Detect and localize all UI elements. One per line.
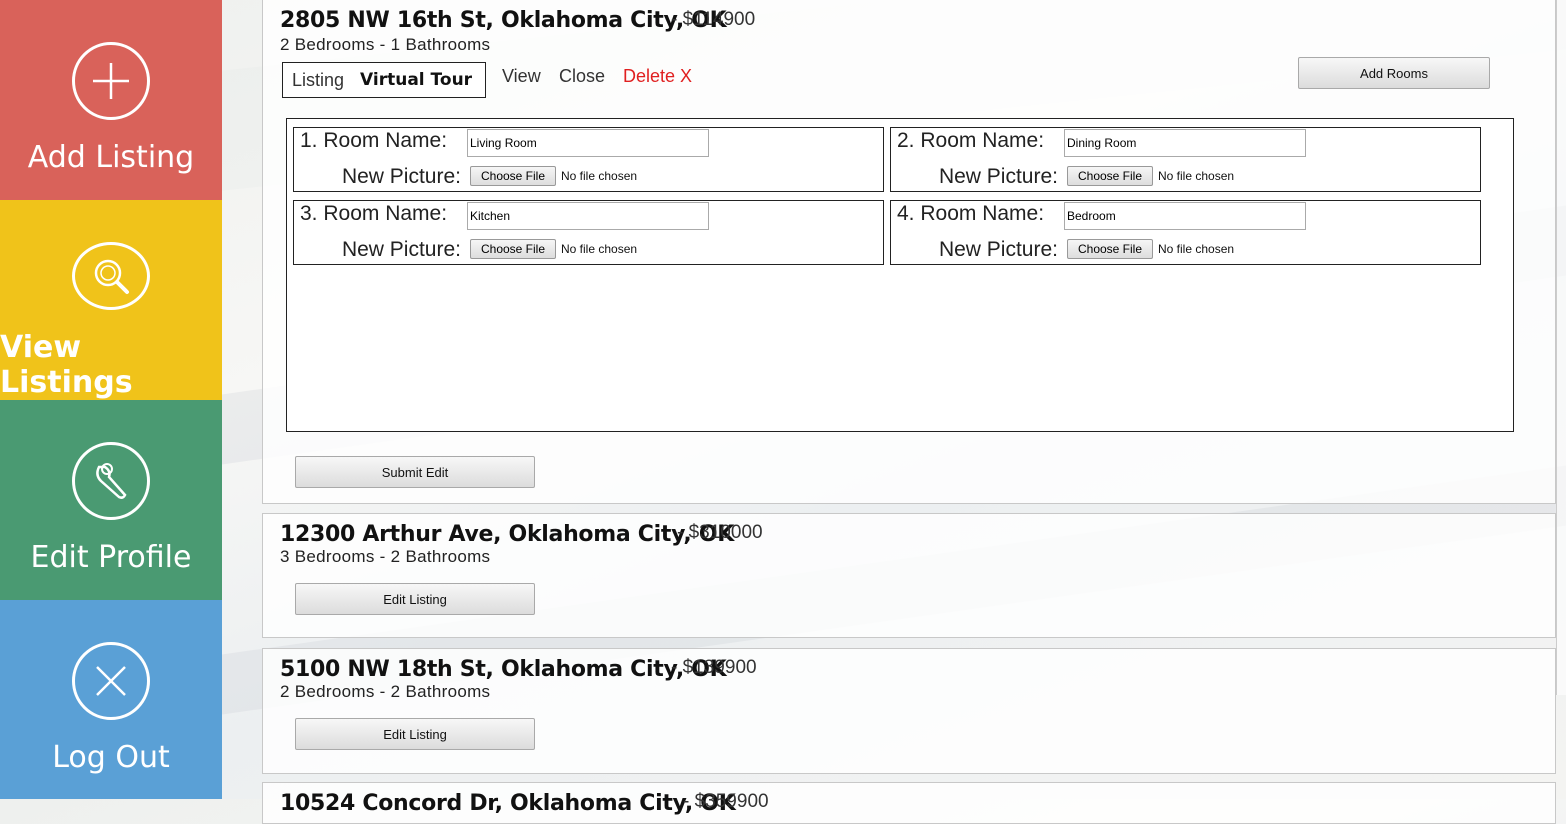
listing-price: - $310000 [677, 522, 763, 543]
listing-price: - $359900 [683, 791, 769, 812]
view-link[interactable]: View [502, 66, 541, 87]
sidebar-item-view-listings[interactable]: View Listings [0, 200, 222, 400]
submit-edit-button[interactable]: Submit Edit [295, 456, 535, 488]
sidebar-item-label: View Listings [0, 330, 133, 400]
choose-file-button[interactable]: Choose File [1067, 166, 1153, 186]
wrench-icon [72, 442, 150, 520]
listing-rooms-summary: 2 Bedrooms - 2 Bathrooms [280, 682, 491, 701]
room-entry: 2. Room Name: New Picture: Choose File N… [890, 127, 1481, 192]
file-status: No file chosen [1158, 169, 1235, 183]
sidebar: Add Listing View Listings Edit Profile L… [0, 0, 222, 799]
plus-icon [72, 42, 150, 120]
room-name-input[interactable] [1064, 202, 1306, 230]
file-status: No file chosen [561, 169, 638, 183]
new-picture-label: New Picture: [341, 238, 461, 261]
sidebar-item-log-out[interactable]: Log Out [0, 600, 222, 799]
new-picture-label: New Picture: [938, 165, 1058, 188]
tab-virtual-tour[interactable]: Virtual Tour [360, 70, 472, 90]
choose-file-button[interactable]: Choose File [1067, 239, 1153, 259]
sidebar-item-label: Edit Profile [30, 540, 192, 575]
close-link[interactable]: Close [559, 66, 605, 87]
listing-card: 12300 Arthur Ave, Oklahoma City, OK - $3… [262, 513, 1556, 638]
room-entry: 3. Room Name: New Picture: Choose File N… [293, 200, 884, 265]
file-status: No file chosen [561, 242, 638, 256]
room-name-input[interactable] [1064, 129, 1306, 157]
tab-listing[interactable]: Listing [292, 70, 344, 91]
new-picture-label: New Picture: [341, 165, 461, 188]
listing-card: 2805 NW 16th St, Oklahoma City, OK - $11… [262, 0, 1556, 504]
listing-address: 2805 NW 16th St, Oklahoma City, OK [280, 8, 727, 33]
room-name-label: 2. Room Name: [897, 129, 1045, 152]
rooms-panel: 1. Room Name: New Picture: Choose File N… [286, 118, 1514, 432]
file-status: No file chosen [1158, 242, 1235, 256]
room-entry: 4. Room Name: New Picture: Choose File N… [890, 200, 1481, 265]
listing-address: 12300 Arthur Ave, Oklahoma City, OK [280, 522, 734, 547]
choose-file-button[interactable]: Choose File [470, 239, 556, 259]
listing-card: 5100 NW 18th St, Oklahoma City, OK - $13… [262, 648, 1556, 774]
listing-rooms-summary: 2 Bedrooms - 1 Bathrooms [280, 35, 491, 54]
new-picture-label: New Picture: [938, 238, 1058, 261]
listing-address: 10524 Concord Dr, Oklahoma City, OK [280, 791, 736, 816]
add-rooms-button[interactable]: Add Rooms [1298, 57, 1490, 89]
listing-rooms-summary: 3 Bedrooms - 2 Bathrooms [280, 547, 491, 566]
close-icon [72, 642, 150, 720]
edit-listing-button[interactable]: Edit Listing [295, 718, 535, 750]
room-name-label: 3. Room Name: [300, 202, 448, 225]
room-name-label: 4. Room Name: [897, 202, 1045, 225]
room-name-input[interactable] [467, 129, 709, 157]
sidebar-item-label: Add Listing [27, 140, 195, 175]
room-entry: 1. Room Name: New Picture: Choose File N… [293, 127, 884, 192]
listing-card: 10524 Concord Dr, Oklahoma City, OK - $3… [262, 782, 1556, 824]
room-name-label: 1. Room Name: [300, 129, 448, 152]
listing-price: - $139900 [671, 657, 757, 678]
scrollbar[interactable] [1556, 0, 1566, 695]
sidebar-item-add-listing[interactable]: Add Listing [0, 0, 222, 200]
sidebar-item-label: Log Out [52, 740, 170, 775]
delete-link[interactable]: Delete X [623, 66, 692, 87]
room-name-input[interactable] [467, 202, 709, 230]
search-icon [72, 242, 150, 310]
listing-address: 5100 NW 18th St, Oklahoma City, OK [280, 657, 727, 682]
edit-listing-button[interactable]: Edit Listing [295, 583, 535, 615]
listing-tabs: Listing Virtual Tour [282, 62, 486, 98]
listing-price: - $114900 [671, 9, 756, 30]
choose-file-button[interactable]: Choose File [470, 166, 556, 186]
sidebar-item-edit-profile[interactable]: Edit Profile [0, 400, 222, 600]
